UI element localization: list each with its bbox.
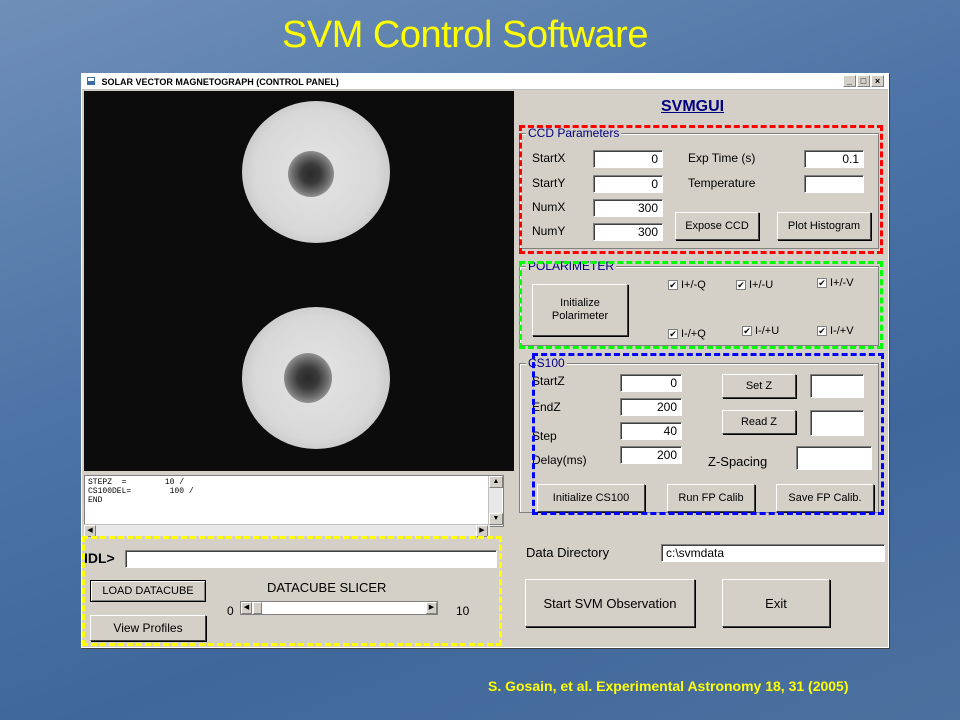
check-mark-icon: ✔ — [742, 326, 752, 336]
step-field[interactable]: 40 — [620, 422, 682, 440]
checkbox-i-plus-minus-u[interactable]: ✔ I+/-U — [736, 279, 773, 291]
temperature-label: Temperature — [688, 176, 756, 190]
endz-field[interactable]: 200 — [620, 398, 682, 416]
checkbox-i-minus-plus-v[interactable]: ✔ I-/+V — [817, 325, 854, 337]
check-mark-icon: ✔ — [736, 280, 746, 290]
plot-histogram-button[interactable]: Plot Histogram — [777, 212, 871, 240]
idl-output-log: STEPZ = 10 / CS100DEL= 100 / END — [84, 475, 504, 527]
scroll-down-button[interactable]: ▼ — [489, 513, 503, 525]
startz-label: StartZ — [532, 374, 565, 388]
checkbox-i-minus-plus-q[interactable]: ✔ I-/+Q — [668, 328, 706, 340]
datacube-slicer-label: DATACUBE SLICER — [267, 580, 387, 595]
z-spacing-field[interactable] — [796, 446, 872, 470]
exit-button[interactable]: Exit — [722, 579, 830, 627]
slicer-thumb[interactable] — [253, 602, 262, 614]
numx-label: NumX — [532, 200, 566, 214]
slicer-max-label: 10 — [456, 604, 470, 618]
data-directory-label: Data Directory — [526, 545, 610, 560]
sunspot-bottom — [284, 353, 332, 403]
delay-field[interactable]: 200 — [620, 446, 682, 464]
delay-label: Delay(ms) — [532, 453, 587, 467]
idl-command-input[interactable] — [125, 550, 497, 568]
read-z-field[interactable] — [810, 410, 864, 436]
start-svm-observation-button[interactable]: Start SVM Observation — [525, 579, 695, 627]
slicer-left-arrow[interactable]: ◀ — [241, 602, 252, 614]
check-mark-icon: ✔ — [668, 329, 678, 339]
set-z-button[interactable]: Set Z — [722, 374, 796, 398]
sunspot-top — [288, 151, 334, 197]
endz-label: EndZ — [532, 400, 561, 414]
numy-label: NumY — [532, 224, 566, 238]
check-mark-icon: ✔ — [817, 326, 827, 336]
scroll-left-button[interactable]: ◀ — [84, 525, 96, 537]
ccd-parameters-label: CCD Parameters — [526, 126, 622, 140]
check-mark-icon: ✔ — [817, 278, 827, 288]
run-fp-calib-button[interactable]: Run FP Calib — [667, 484, 755, 512]
close-button[interactable]: × — [871, 75, 884, 87]
startz-field[interactable]: 0 — [620, 374, 682, 392]
expose-ccd-button[interactable]: Expose CCD — [675, 212, 759, 240]
save-fp-calib-button[interactable]: Save FP Calib. — [776, 484, 874, 512]
startx-label: StartX — [532, 151, 566, 165]
read-z-button[interactable]: Read Z — [722, 410, 796, 434]
window-titlebar[interactable]: SOLAR VECTOR MAGNETOGRAPH (CONTROL PANEL… — [82, 74, 888, 90]
svmgui-heading: SVMGUI — [661, 98, 725, 115]
temperature-field[interactable] — [804, 175, 864, 193]
polarimeter-label: POLARIMETER — [526, 259, 617, 273]
checkbox-i-plus-minus-q[interactable]: ✔ I+/-Q — [668, 279, 706, 291]
log-horizontal-scrollbar[interactable]: ◀ ▶ — [84, 524, 490, 537]
slicer-right-arrow[interactable]: ▶ — [426, 602, 437, 614]
scroll-right-button[interactable]: ▶ — [476, 525, 488, 537]
scroll-up-button[interactable]: ▲ — [489, 476, 503, 488]
window-title: SOLAR VECTOR MAGNETOGRAPH (CONTROL PANEL… — [101, 77, 339, 87]
app-icon — [87, 77, 95, 85]
set-z-field[interactable] — [810, 374, 864, 398]
exp-time-field[interactable]: 0.1 — [804, 150, 864, 168]
startx-field[interactable]: 0 — [593, 150, 663, 168]
checkbox-i-minus-plus-u[interactable]: ✔ I-/+U — [742, 325, 779, 337]
slicer-min-label: 0 — [227, 604, 234, 618]
cs100-label: CS100 — [526, 356, 567, 370]
control-panel-window: SOLAR VECTOR MAGNETOGRAPH (CONTROL PANEL… — [81, 73, 889, 648]
slide-title: SVM Control Software — [282, 14, 648, 56]
numx-field[interactable]: 300 — [593, 199, 663, 217]
numy-field[interactable]: 300 — [593, 223, 663, 241]
load-datacube-button[interactable]: LOAD DATACUBE — [90, 580, 206, 602]
data-directory-field[interactable]: c:\svmdata — [661, 544, 885, 562]
check-mark-icon: ✔ — [668, 280, 678, 290]
starty-label: StartY — [532, 176, 566, 190]
initialize-cs100-button[interactable]: Initialize CS100 — [537, 484, 645, 512]
idl-prompt-label: IDL> — [84, 550, 115, 566]
step-label: Step — [532, 429, 557, 443]
minimize-button[interactable]: _ — [843, 75, 856, 87]
z-spacing-label: Z-Spacing — [708, 454, 768, 469]
citation-text: S. Gosain, et al. Experimental Astronomy… — [488, 678, 849, 694]
solar-image-display — [84, 91, 514, 471]
maximize-button[interactable]: □ — [857, 75, 870, 87]
exp-time-label: Exp Time (s) — [688, 151, 756, 165]
datacube-slicer[interactable]: ◀ ▶ — [240, 601, 438, 615]
checkbox-i-plus-minus-v[interactable]: ✔ I+/-V — [817, 277, 854, 289]
log-vertical-scrollbar[interactable]: ▲ ▼ — [488, 476, 503, 526]
view-profiles-button[interactable]: View Profiles — [90, 615, 206, 641]
starty-field[interactable]: 0 — [593, 175, 663, 193]
initialize-polarimeter-button[interactable]: Initialize Polarimeter — [532, 284, 628, 336]
